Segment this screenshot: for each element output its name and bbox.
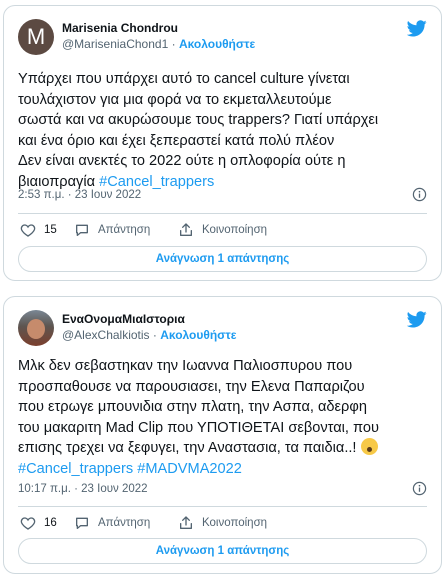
tweet-line: Δεν είναι ανεκτές το 2022 ούτε η οπλοφορ… [18,153,346,169]
avatar-face [27,319,45,339]
avatar[interactable] [18,310,54,346]
reply-button[interactable]: Απάντηση [74,513,150,533]
fearful-face-emoji-icon [360,438,378,455]
handle[interactable]: @AlexChalkiotis [62,328,150,342]
like-count: 15 [44,224,57,236]
read-replies-button[interactable]: Ανάγνωση 1 απάντησης [18,246,427,272]
reply-bubble-icon [76,517,88,529]
heart-icon [20,224,36,237]
tweet-card[interactable]: ΕναΟνομαΜιαΙστορια @AlexChalkiotis · Ακο… [3,296,442,574]
avatar[interactable]: M [18,19,54,55]
tweet-line: του μακαριτη Mad Clip που ΥΠΟΤΙΘΕΤΑΙ σεβ… [18,419,379,436]
display-name[interactable]: ΕναΟνομαΜιαΙστορια [62,311,236,327]
hashtag-line: #Cancel_trappers #MADVMA2022 [18,459,428,480]
tweet-line-emoji: επισης τρεχει να ξεφυγει, την Αναστασια,… [18,438,428,459]
reply-label: Απάντηση [98,224,151,236]
tweet-line: βιαιοπραγία [18,173,100,190]
follow-button[interactable]: Ακολουθήστε [179,37,255,51]
twitter-bird-icon[interactable] [407,311,427,328]
share-button[interactable]: Κοινοποίηση [178,220,267,240]
handle[interactable]: @MariseniaChond1 [62,37,168,51]
tweet-meta: 10:17 π.μ. · 23 Ιουν 2022 [18,481,427,496]
tweet-header: ΕναΟνομαΜιαΙστορια @AlexChalkiotis · Ακο… [18,309,427,353]
tweet-line: τουλάχιστον για μια φορά να το εκμεταλλε… [18,91,332,108]
share-label: Κοινοποίηση [202,224,268,236]
avatar-letter: M [26,24,46,49]
tweet-card[interactable]: M Marisenia Chondrou @MariseniaChond1 · … [3,5,442,281]
tweet-line: Μλκ δεν σεβαστηκαν την Ιωαννα Παλιοσπυρο… [18,358,353,374]
tweet-feed: M Marisenia Chondrou @MariseniaChond1 · … [0,0,447,578]
reply-label: Απάντηση [98,517,151,529]
twitter-bird-icon[interactable] [407,20,427,37]
hashtag-link[interactable]: #Cancel_trappers [99,174,214,190]
reply-button[interactable]: Απάντηση [74,220,150,240]
timestamp[interactable]: 2:53 π.μ. · 23 Ιουν 2022 [18,189,141,201]
heart-icon [20,517,36,530]
like-button[interactable]: 16 [20,513,57,533]
reply-bubble-icon [76,224,88,236]
divider [18,213,427,214]
handle-row: @MariseniaChond1 · Ακολουθήστε [62,36,255,52]
tweet-line: και ένα όριο και έχει ξεπεραστεί κατά πο… [18,132,335,149]
share-button[interactable]: Κοινοποίηση [178,513,267,533]
author-info: ΕναΟνομαΜιαΙστορια @AlexChalkiotis · Ακο… [62,311,236,343]
hashtag-link[interactable]: #Cancel_trappers [18,461,133,477]
tweet-line: Υπάρχει που υπάρχει αυτό το cancel cultu… [18,71,350,87]
tweet-meta: 2:53 π.μ. · 23 Ιουν 2022 [18,187,427,202]
share-upload-icon [180,223,192,236]
info-icon[interactable] [412,481,427,496]
tweet-line: σωστά και να ακυρώσουμε τους trappers? Γ… [18,112,379,128]
divider [18,506,427,507]
like-count: 16 [44,517,57,529]
tweet-header: M Marisenia Chondrou @MariseniaChond1 · … [18,18,427,62]
share-upload-icon [180,516,192,529]
tweet-line: που ετρωγε μπουνιδια στην πλατη, την Ασπ… [18,399,367,415]
display-name[interactable]: Marisenia Chondrou [62,20,255,36]
separator-dot: · [171,37,179,51]
tweet-line: επισης τρεχει να ξεφυγει, την Αναστασια,… [18,440,361,456]
hashtag-link[interactable]: #MADVMA2022 [137,461,242,477]
follow-button[interactable]: Ακολουθήστε [160,328,236,342]
like-button[interactable]: 15 [20,220,57,240]
handle-row: @AlexChalkiotis · Ακολουθήστε [62,327,236,343]
read-replies-button[interactable]: Ανάγνωση 1 απάντησης [18,538,427,564]
tweet-text: Υπάρχει που υπάρχει αυτό το cancel cultu… [18,69,428,192]
tweet-line: προσπαθουσε να παρουσιασει, την Ελενα Πα… [18,378,365,395]
share-label: Κοινοποίηση [202,517,268,529]
timestamp[interactable]: 10:17 π.μ. · 23 Ιουν 2022 [18,483,148,495]
author-info: Marisenia Chondrou @MariseniaChond1 · Ακ… [62,20,255,52]
tweet-text: Μλκ δεν σεβαστηκαν την Ιωαννα Παλιοσπυρο… [18,356,428,479]
info-icon[interactable] [412,187,427,202]
